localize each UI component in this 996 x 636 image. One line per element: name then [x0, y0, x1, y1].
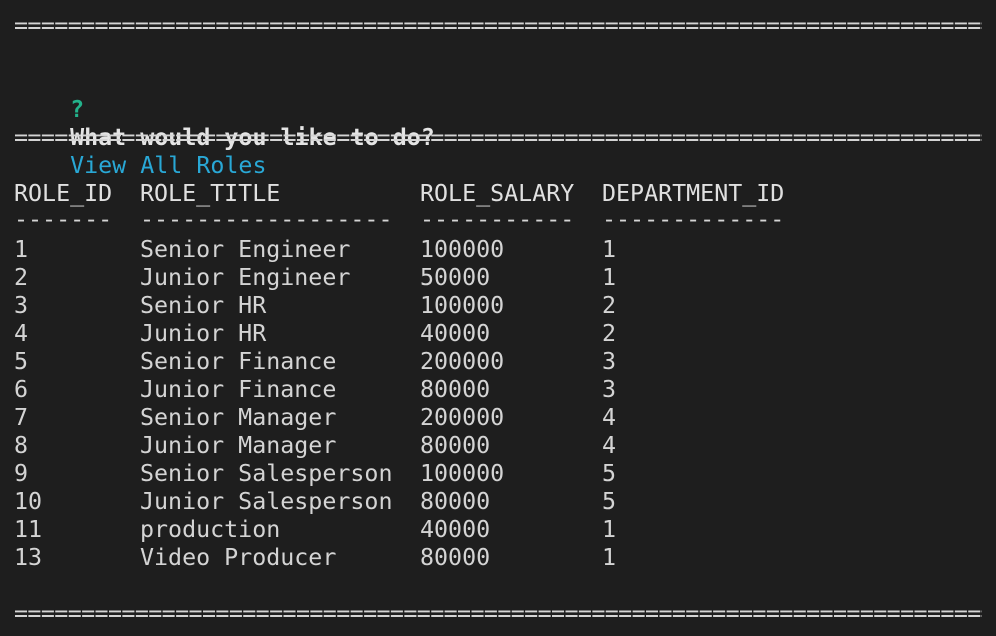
- cell-role-id: 1: [14, 236, 29, 263]
- cell-role-salary: 40000: [420, 320, 491, 347]
- separator-bottom: ========================================…: [14, 600, 982, 627]
- table-row: 2 Junior Engineer 50000 1: [14, 264, 984, 292]
- table-header-underline: ------- ------------------ ----------- -…: [14, 206, 984, 234]
- cell-role-salary: 50000: [420, 264, 491, 291]
- cell-role-title: Senior Salesperson: [140, 460, 393, 487]
- cell-role-salary: 80000: [420, 544, 491, 571]
- cell-role-title: Senior Manager: [140, 404, 337, 431]
- underline-role-id: -------: [14, 206, 113, 233]
- cell-role-title: Junior Manager: [140, 432, 337, 459]
- underline-role-title: ------------------: [140, 206, 393, 233]
- cell-role-id: 8: [14, 432, 29, 459]
- cell-role-salary: 80000: [420, 376, 491, 403]
- cell-role-id: 6: [14, 376, 29, 403]
- prompt-line: ? What would you like to do? View All Ro…: [14, 68, 435, 179]
- cell-role-id: 3: [14, 292, 29, 319]
- table-row: 11 production 40000 1: [14, 516, 984, 544]
- cell-department-id: 2: [602, 292, 617, 319]
- table-row: 1 Senior Engineer 100000 1: [14, 236, 984, 264]
- table-header: ROLE_ID ROLE_TITLE ROLE_SALARY DEPARTMEN…: [14, 180, 984, 208]
- cell-department-id: 2: [602, 320, 617, 347]
- cell-role-title: Video Producer: [140, 544, 337, 571]
- cell-department-id: 5: [602, 488, 617, 515]
- underline-department-id: -------------: [602, 206, 785, 233]
- cell-department-id: 3: [602, 348, 617, 375]
- table-row: 10 Junior Salesperson 80000 5: [14, 488, 984, 516]
- cell-department-id: 1: [602, 236, 617, 263]
- cell-department-id: 1: [602, 516, 617, 543]
- cell-role-id: 13: [14, 544, 43, 571]
- prompt-question-icon: ?: [70, 96, 85, 123]
- cell-role-id: 4: [14, 320, 29, 347]
- table-row: 6 Junior Finance 80000 3: [14, 376, 984, 404]
- cell-role-salary: 40000: [420, 516, 491, 543]
- cell-role-id: 10: [14, 488, 43, 515]
- cell-role-title: production: [140, 516, 281, 543]
- cell-department-id: 4: [602, 432, 617, 459]
- cell-role-title: Senior HR: [140, 292, 267, 319]
- cell-department-id: 4: [602, 404, 617, 431]
- header-role-salary: ROLE_SALARY: [420, 180, 575, 207]
- cell-department-id: 5: [602, 460, 617, 487]
- separator-middle: ========================================…: [14, 124, 982, 151]
- terminal-window: { "separator": "========================…: [0, 0, 996, 636]
- cell-role-title: Junior Finance: [140, 376, 337, 403]
- cell-role-salary: 100000: [420, 460, 505, 487]
- cell-role-title: Junior Engineer: [140, 264, 351, 291]
- table-row: 13 Video Producer 80000 1: [14, 544, 984, 572]
- cell-role-salary: 100000: [420, 236, 505, 263]
- cell-role-title: Junior Salesperson: [140, 488, 393, 515]
- cell-role-id: 7: [14, 404, 29, 431]
- cell-role-title: Junior HR: [140, 320, 267, 347]
- cell-role-salary: 80000: [420, 488, 491, 515]
- table-row: 4 Junior HR 40000 2: [14, 320, 984, 348]
- cell-role-salary: 200000: [420, 348, 505, 375]
- table-row: 8 Junior Manager 80000 4: [14, 432, 984, 460]
- cell-department-id: 3: [602, 376, 617, 403]
- header-role-title: ROLE_TITLE: [140, 180, 281, 207]
- cell-role-id: 9: [14, 460, 29, 487]
- cell-role-salary: 80000: [420, 432, 491, 459]
- prompt-answer: View All Roles: [70, 152, 267, 179]
- separator-top: ========================================…: [14, 12, 982, 39]
- header-role-id: ROLE_ID: [14, 180, 113, 207]
- header-department-id: DEPARTMENT_ID: [602, 180, 785, 207]
- underline-role-salary: -----------: [420, 206, 575, 233]
- table-row: 7 Senior Manager 200000 4: [14, 404, 984, 432]
- table-row: 3 Senior HR 100000 2: [14, 292, 984, 320]
- cell-role-salary: 100000: [420, 292, 505, 319]
- cell-role-id: 2: [14, 264, 29, 291]
- cell-department-id: 1: [602, 544, 617, 571]
- cell-role-salary: 200000: [420, 404, 505, 431]
- cell-role-id: 5: [14, 348, 29, 375]
- table-row: 5 Senior Finance 200000 3: [14, 348, 984, 376]
- cell-role-title: Senior Engineer: [140, 236, 351, 263]
- cell-role-title: Senior Finance: [140, 348, 337, 375]
- cell-department-id: 1: [602, 264, 617, 291]
- table-row: 9 Senior Salesperson 100000 5: [14, 460, 984, 488]
- cell-role-id: 11: [14, 516, 43, 543]
